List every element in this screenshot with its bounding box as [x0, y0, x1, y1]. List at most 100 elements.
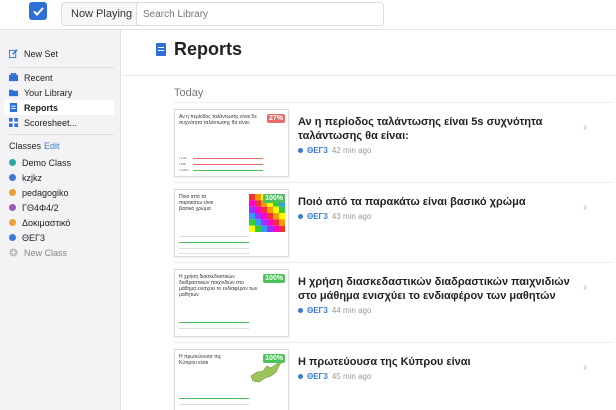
class-label: ΘΕΓ3: [22, 232, 45, 243]
report-row[interactable]: Η πρωτεύουσα της Κύπρου είναι 100% Η πρω…: [174, 342, 614, 410]
folder-icon: [9, 89, 18, 97]
clock-icon: [9, 73, 18, 82]
class-color-dot: [298, 214, 303, 219]
class-label: Demo Class: [22, 157, 72, 168]
report-row[interactable]: Αν η περίοδος ταλάντωσης είναι 5s συχνότ…: [174, 102, 614, 182]
report-thumbnail: Η χρήση διασκεδαστικών διαδραστικών παιχ…: [174, 269, 289, 337]
class-item[interactable]: kzjkz: [9, 170, 42, 185]
class-color-dot: [9, 234, 16, 241]
score-badge: 100%: [263, 354, 285, 363]
sidebar-item-recent[interactable]: Recent: [9, 70, 53, 85]
chevron-right-icon[interactable]: ›: [583, 280, 587, 294]
thumbnail-bar: [179, 398, 249, 399]
report-question-title[interactable]: Η χρήση διασκεδαστικών διαδραστικών παιχ…: [298, 275, 584, 303]
sidebar-item-your-library[interactable]: Your Library: [9, 85, 72, 100]
class-color-dot: [9, 219, 16, 226]
report-time: 42 min ago: [331, 146, 372, 155]
chevron-right-icon[interactable]: ›: [583, 200, 587, 214]
class-color-dot: [9, 189, 16, 196]
score-badge: 27%: [266, 114, 285, 123]
page-title: Reports: [174, 39, 243, 59]
classes-header-label: Classes: [9, 141, 42, 151]
section-label-today: Today: [174, 87, 204, 99]
thumbnail-bar: [179, 253, 249, 254]
report-meta: ΘΕΓ3 42 min ago: [298, 146, 371, 155]
sidebar: New Set Recent Your Library Reports Scor…: [0, 30, 121, 410]
report-meta: ΘΕΓ3 44 min ago: [298, 306, 371, 315]
class-color-dot: [298, 308, 303, 313]
report-class: ΘΕΓ3: [307, 306, 328, 315]
sidebar-item-label: Reports: [24, 102, 59, 113]
report-meta: ΘΕΓ3 43 min ago: [298, 212, 371, 221]
thumbnail-option: ▪ 0.2s: [179, 156, 187, 160]
report-row[interactable]: Ποιό από τα παρακάτω είναι βασικό χρώμα …: [174, 182, 614, 262]
report-question-title[interactable]: Αν η περίοδος ταλάντωσης είναι 5s συχνότ…: [298, 115, 584, 143]
app-menu-button[interactable]: [29, 2, 47, 20]
class-item[interactable]: Demo Class: [9, 155, 71, 170]
new-class-button[interactable]: New Class: [9, 245, 67, 260]
class-item[interactable]: ΓΘ4Φ4/2: [9, 200, 59, 215]
report-icon: [9, 103, 18, 112]
class-label: ΓΘ4Φ4/2: [22, 202, 59, 213]
report-time: 45 min ago: [331, 372, 372, 381]
chevron-right-icon[interactable]: ›: [583, 360, 587, 374]
thumbnail-bar: [179, 322, 249, 323]
report-time: 44 min ago: [331, 306, 372, 315]
class-item[interactable]: ΘΕΓ3: [9, 230, 45, 245]
edit-icon: [9, 49, 18, 58]
new-class-label: New Class: [24, 247, 68, 258]
score-badge: 100%: [263, 274, 285, 283]
thumbnail-question-text: Η πρωτεύουσα της Κύπρου είναι: [179, 354, 222, 366]
sidebar-item-reports[interactable]: Reports: [9, 100, 58, 115]
new-set-label: New Set: [24, 48, 59, 59]
report-question-title[interactable]: Η πρωτεύουσα της Κύπρου είναι: [298, 355, 584, 369]
class-label: kzjkz: [22, 172, 42, 183]
sidebar-divider: [9, 134, 114, 135]
thumbnail-question-text: Ποιό από τα παρακάτω είναι βασικό χρώμα: [179, 194, 214, 212]
report-thumbnail: Ποιό από τα παρακάτω είναι βασικό χρώμα …: [174, 189, 289, 257]
thumbnail-option: ▪ 5Hz: [179, 162, 187, 166]
sidebar-item-label: Your Library: [24, 87, 73, 98]
class-label: Δοκιμαστικό: [22, 217, 71, 228]
class-color-dot: [9, 204, 16, 211]
thumbnail-bar: [179, 236, 249, 237]
class-item[interactable]: Δοκιμαστικό: [9, 215, 70, 230]
classes-header: Classes Edit: [9, 141, 60, 151]
thumbnail-bar: [193, 158, 263, 159]
grid-icon: [9, 118, 18, 127]
class-color-dot: [9, 174, 16, 181]
now-playing-button[interactable]: Now Playing: [61, 2, 143, 26]
class-label: pedagogiko: [22, 187, 69, 198]
class-item[interactable]: pedagogiko: [9, 185, 69, 200]
thumbnail-bar: [179, 242, 249, 243]
report-class: ΘΕΓ3: [307, 372, 328, 381]
main-content: Reports Today Αν η περίοδος ταλάντωσης ε…: [122, 30, 616, 410]
chevron-right-icon[interactable]: ›: [583, 120, 587, 134]
report-question-title[interactable]: Ποιό από τα παρακάτω είναι βασικό χρώμα: [298, 195, 584, 209]
class-color-dot: [298, 374, 303, 379]
new-set-button[interactable]: New Set: [9, 46, 58, 61]
report-thumbnail: Αν η περίοδος ταλάντωσης είναι 5s συχνότ…: [174, 109, 289, 177]
page-header: Reports: [122, 30, 616, 76]
plus-circle-icon: [9, 248, 18, 257]
thumbnail-question-text: Αν η περίοδος ταλάντωσης είναι 5s συχνότ…: [179, 114, 257, 126]
report-time: 43 min ago: [331, 212, 372, 221]
thumbnail-bar: [193, 170, 263, 171]
report-meta: ΘΕΓ3 45 min ago: [298, 372, 371, 381]
class-color-dot: [298, 148, 303, 153]
sidebar-item-label: Recent: [24, 72, 53, 83]
top-bar: Now Playing: [0, 0, 616, 30]
score-badge: 100%: [263, 194, 285, 203]
sidebar-item-scoresheet[interactable]: Scoresheet...: [9, 115, 77, 130]
thumbnail-option: ▪ 0.2Hz: [179, 168, 189, 172]
report-thumbnail: Η πρωτεύουσα της Κύπρου είναι 100%: [174, 349, 289, 410]
sidebar-divider: [9, 67, 114, 68]
class-color-dot: [9, 159, 16, 166]
search-input[interactable]: [136, 2, 384, 26]
report-icon: [156, 43, 166, 56]
thumbnail-question-text: Η χρήση διασκεδαστικών διαδραστικών παιχ…: [179, 274, 258, 298]
classes-edit-link[interactable]: Edit: [44, 141, 60, 151]
report-row[interactable]: Η χρήση διασκεδαστικών διαδραστικών παιχ…: [174, 262, 614, 342]
thumbnail-bar: [179, 328, 249, 329]
checkmark-icon: [32, 6, 44, 16]
